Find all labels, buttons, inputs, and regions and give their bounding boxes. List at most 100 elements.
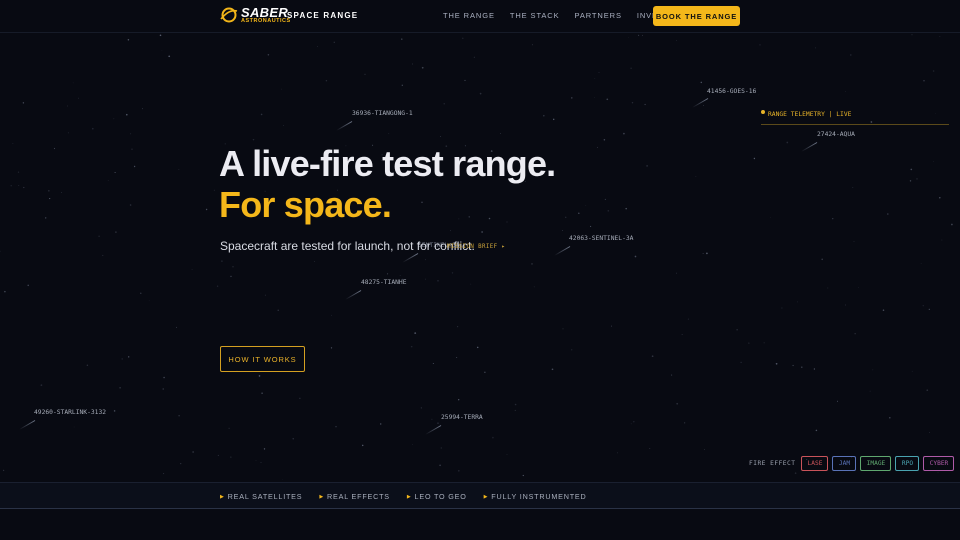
star (10, 184, 12, 187)
fire-effect-label: FIRE EFFECT (749, 460, 796, 467)
star (941, 239, 943, 241)
satellite-label[interactable]: 49260-STARLINK-3132 (34, 409, 106, 416)
star (22, 102, 25, 104)
star (335, 425, 337, 428)
star (813, 368, 816, 370)
star (130, 133, 132, 135)
star (127, 38, 130, 41)
star (12, 143, 14, 144)
star (412, 63, 414, 65)
star (282, 479, 284, 480)
satellite-label[interactable]: 36936-TIANGONG-1 (352, 110, 413, 117)
triangle-icon: ▶ (406, 494, 412, 500)
star (133, 165, 136, 168)
star (364, 73, 366, 75)
star (121, 358, 124, 360)
logo-subtitle: ASTRONAUTICS (241, 18, 291, 24)
star (687, 318, 689, 320)
star (292, 438, 294, 440)
star (706, 252, 708, 255)
star (514, 403, 517, 406)
star (468, 216, 470, 218)
star (627, 37, 629, 38)
chip-rpo[interactable]: RPO (895, 456, 920, 471)
star (675, 40, 677, 41)
star (78, 97, 79, 99)
star (571, 349, 573, 351)
star (264, 294, 266, 296)
star (113, 410, 116, 412)
star (937, 472, 939, 474)
star (67, 105, 69, 107)
star (882, 309, 885, 311)
satellite-label[interactable]: 25994-TERRA (441, 414, 483, 421)
star (216, 285, 219, 287)
star (531, 44, 533, 46)
star (425, 278, 426, 280)
star (854, 333, 856, 335)
star (821, 258, 823, 261)
star (102, 254, 104, 256)
star (464, 79, 466, 81)
saber-logo[interactable]: SABER ASTRONAUTICS (220, 6, 291, 25)
star (675, 272, 677, 274)
star (869, 390, 871, 392)
star (951, 223, 953, 226)
star (631, 101, 634, 104)
star (827, 287, 829, 289)
star (634, 255, 637, 258)
star (451, 272, 454, 274)
chip-lase[interactable]: LASE (801, 456, 829, 471)
how-it-works-button[interactable]: HOW IT WORKS (220, 346, 305, 372)
satellite-label[interactable]: 48275-TIANHE (361, 279, 407, 286)
star (421, 201, 423, 203)
star (205, 208, 208, 211)
star (763, 342, 765, 344)
chip-cyber[interactable]: CYBER (923, 456, 955, 471)
nav-link-the-stack[interactable]: THE STACK (510, 11, 560, 20)
star (230, 456, 232, 458)
mission-brief-link[interactable]: MISSION BRIEF ▸ (447, 244, 505, 250)
star (758, 94, 760, 96)
star (492, 436, 494, 439)
star (932, 70, 935, 72)
star (603, 138, 606, 141)
star (594, 77, 596, 79)
star (858, 287, 859, 288)
star (421, 66, 424, 69)
star (163, 376, 165, 379)
star (163, 473, 165, 475)
chip-image[interactable]: IMAGE (860, 456, 892, 471)
book-range-button[interactable]: BOOK THE RANGE (653, 6, 740, 26)
star (596, 146, 599, 149)
star (740, 361, 742, 364)
star (506, 454, 508, 455)
star (443, 103, 445, 105)
star (437, 279, 439, 282)
star (440, 447, 442, 449)
star (456, 356, 458, 358)
star (73, 426, 75, 428)
star (267, 53, 270, 56)
star (928, 308, 930, 310)
satellite-label[interactable]: 42063-SENTINEL-3A (569, 235, 633, 242)
star (159, 34, 162, 37)
star (388, 133, 390, 135)
sat-trail (801, 142, 818, 152)
star (217, 454, 219, 456)
star (852, 187, 854, 189)
star (325, 79, 328, 82)
star (142, 108, 143, 110)
star (86, 364, 89, 366)
star (261, 392, 263, 394)
star (255, 460, 257, 461)
satellite-label[interactable]: 27424-AQUA (817, 131, 855, 138)
star (92, 127, 94, 130)
star (887, 213, 889, 215)
star (232, 266, 234, 268)
nav-link-the-range[interactable]: THE RANGE (443, 11, 495, 20)
nav-link-partners[interactable]: PARTNERS (575, 11, 622, 20)
chip-jam[interactable]: JAM (832, 456, 857, 471)
star (671, 374, 673, 376)
satellite-label[interactable]: 41456-GOES-16 (707, 88, 756, 95)
